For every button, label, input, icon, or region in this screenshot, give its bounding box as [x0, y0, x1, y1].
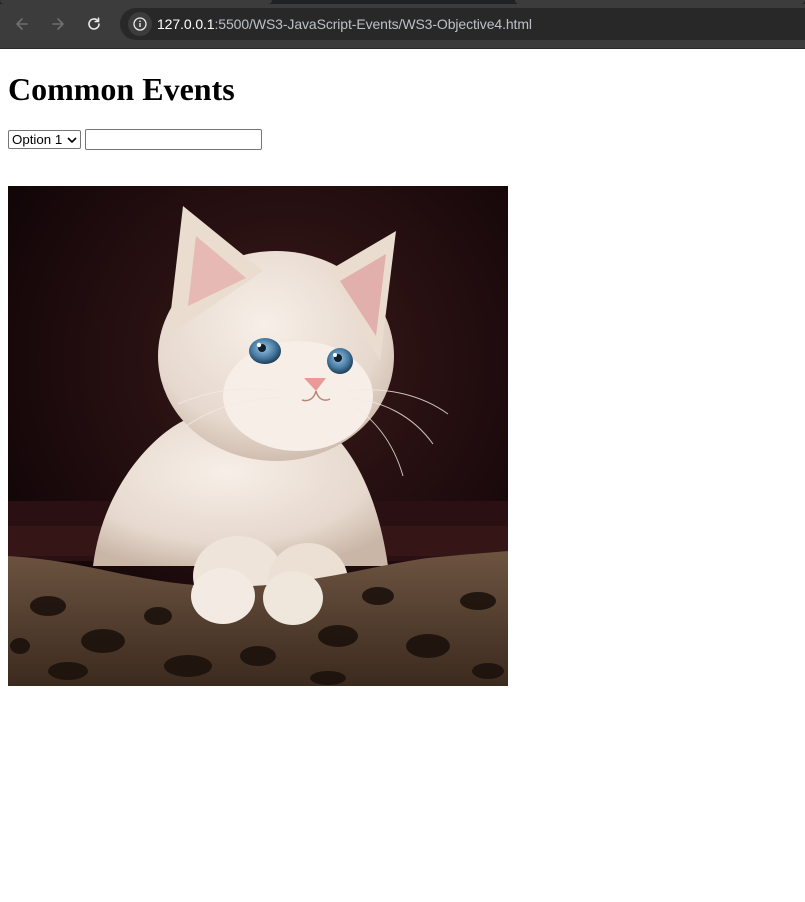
url-text[interactable]: 127.0.0.1:5500/WS3-JavaScript-Events/WS3… — [157, 16, 532, 32]
option-select[interactable]: Option 1 — [8, 130, 81, 149]
option-select-value: Option 1 — [12, 132, 63, 147]
address-bar[interactable]: 127.0.0.1:5500/WS3-JavaScript-Events/WS3… — [120, 8, 805, 40]
url-path: :5500/WS3-JavaScript-Events/WS3-Objectiv… — [214, 16, 533, 32]
text-input[interactable] — [85, 129, 262, 150]
tab-hint — [0, 0, 272, 4]
info-icon — [133, 17, 147, 31]
forward-button[interactable] — [44, 10, 72, 38]
site-info-button[interactable] — [128, 12, 152, 36]
chevron-down-icon — [67, 137, 77, 144]
reload-icon — [88, 17, 100, 30]
tab-hint — [515, 0, 805, 4]
browser-toolbar: 127.0.0.1:5500/WS3-JavaScript-Events/WS3… — [0, 0, 805, 49]
page-content: Common Events Option 1 — [0, 49, 805, 902]
arrow-left-icon — [16, 18, 28, 30]
page-title: Common Events — [8, 71, 235, 107]
reload-button[interactable] — [80, 10, 108, 38]
arrow-right-icon — [52, 18, 64, 30]
kitten-image — [8, 186, 508, 686]
url-host: 127.0.0.1 — [157, 16, 215, 32]
back-button[interactable] — [8, 10, 36, 38]
